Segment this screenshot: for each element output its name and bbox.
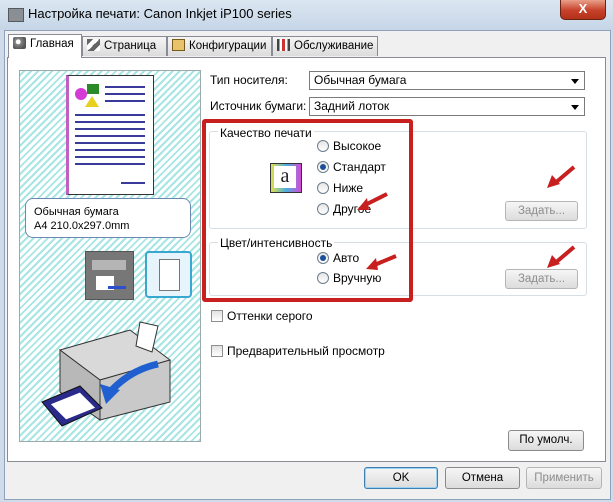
tab-label: Конфигурации xyxy=(189,40,267,52)
text-line xyxy=(75,142,145,144)
quality-set-button[interactable]: Задать... xyxy=(505,201,578,221)
text-line xyxy=(75,135,145,137)
paper-source-label: Источник бумаги: xyxy=(210,99,307,113)
tab-page-setup[interactable]: Страница xyxy=(82,36,167,56)
paper-size-text: A4 210.0x297.0mm xyxy=(34,220,130,232)
window-title: Настройка печати: Canon Inkjet iP100 ser… xyxy=(28,6,292,21)
text-line xyxy=(75,156,145,158)
text-line xyxy=(75,163,145,165)
text-line xyxy=(105,100,145,102)
media-type-select[interactable]: Обычная бумага xyxy=(309,71,585,90)
red-arrow-icon xyxy=(547,165,576,188)
paper-size-icon[interactable] xyxy=(145,251,192,298)
sheet-shape xyxy=(159,259,180,291)
preview-image xyxy=(75,84,101,108)
red-arrow-icon xyxy=(366,254,397,270)
text-line xyxy=(105,93,145,95)
red-arrow-icon xyxy=(357,192,388,210)
tab-label: Главная xyxy=(30,38,74,50)
profiles-icon xyxy=(172,39,185,51)
apply-button[interactable]: Применить xyxy=(526,467,602,489)
close-button[interactable]: X xyxy=(560,0,606,20)
text-line xyxy=(75,128,145,130)
paper-source-select[interactable]: Задний лоток xyxy=(309,97,585,116)
paper-info-box: Обычная бумага A4 210.0x297.0mm xyxy=(25,198,191,238)
tab-maintenance[interactable]: Обслуживание xyxy=(272,36,378,56)
paper-source-value: Задний лоток xyxy=(314,99,390,113)
triangle-shape xyxy=(85,96,99,107)
media-type-label: Тип носителя: xyxy=(210,73,288,87)
chevron-down-icon xyxy=(571,105,579,110)
preview-before-print-label: Предварительный просмотр xyxy=(227,344,385,358)
tab-label: Страница xyxy=(104,40,157,52)
color-set-button[interactable]: Задать... xyxy=(505,269,578,289)
tab-label: Обслуживание xyxy=(294,40,374,52)
paper-type-text: Обычная бумага xyxy=(34,206,119,218)
arrow-shape xyxy=(108,286,126,289)
paper-feed-icon[interactable] xyxy=(85,251,134,300)
printer-illustration xyxy=(41,321,172,427)
text-line xyxy=(75,149,145,151)
red-arrow-icon xyxy=(547,245,576,268)
text-line xyxy=(75,121,145,123)
tab-main[interactable]: Главная xyxy=(8,34,82,58)
cancel-button[interactable]: Отмена xyxy=(445,467,520,489)
ok-button[interactable]: OK xyxy=(364,467,438,489)
text-line xyxy=(105,86,145,88)
preview-before-print-checkbox[interactable] xyxy=(211,345,223,357)
square-shape xyxy=(87,84,99,94)
printer-icon xyxy=(8,8,24,22)
text-line xyxy=(75,114,145,116)
tab-profiles[interactable]: Конфигурации xyxy=(167,36,272,56)
tray-shape xyxy=(92,260,126,270)
grayscale-checkbox[interactable] xyxy=(211,310,223,322)
maintenance-icon xyxy=(277,39,290,51)
main-tab-icon xyxy=(13,37,26,49)
defaults-button[interactable]: По умолч. xyxy=(508,430,584,451)
chevron-down-icon xyxy=(571,79,579,84)
grayscale-label: Оттенки серого xyxy=(227,309,313,323)
page-preview xyxy=(66,75,154,195)
text-line xyxy=(121,182,145,184)
media-type-value: Обычная бумага xyxy=(314,73,407,87)
page-setup-icon xyxy=(87,39,100,51)
